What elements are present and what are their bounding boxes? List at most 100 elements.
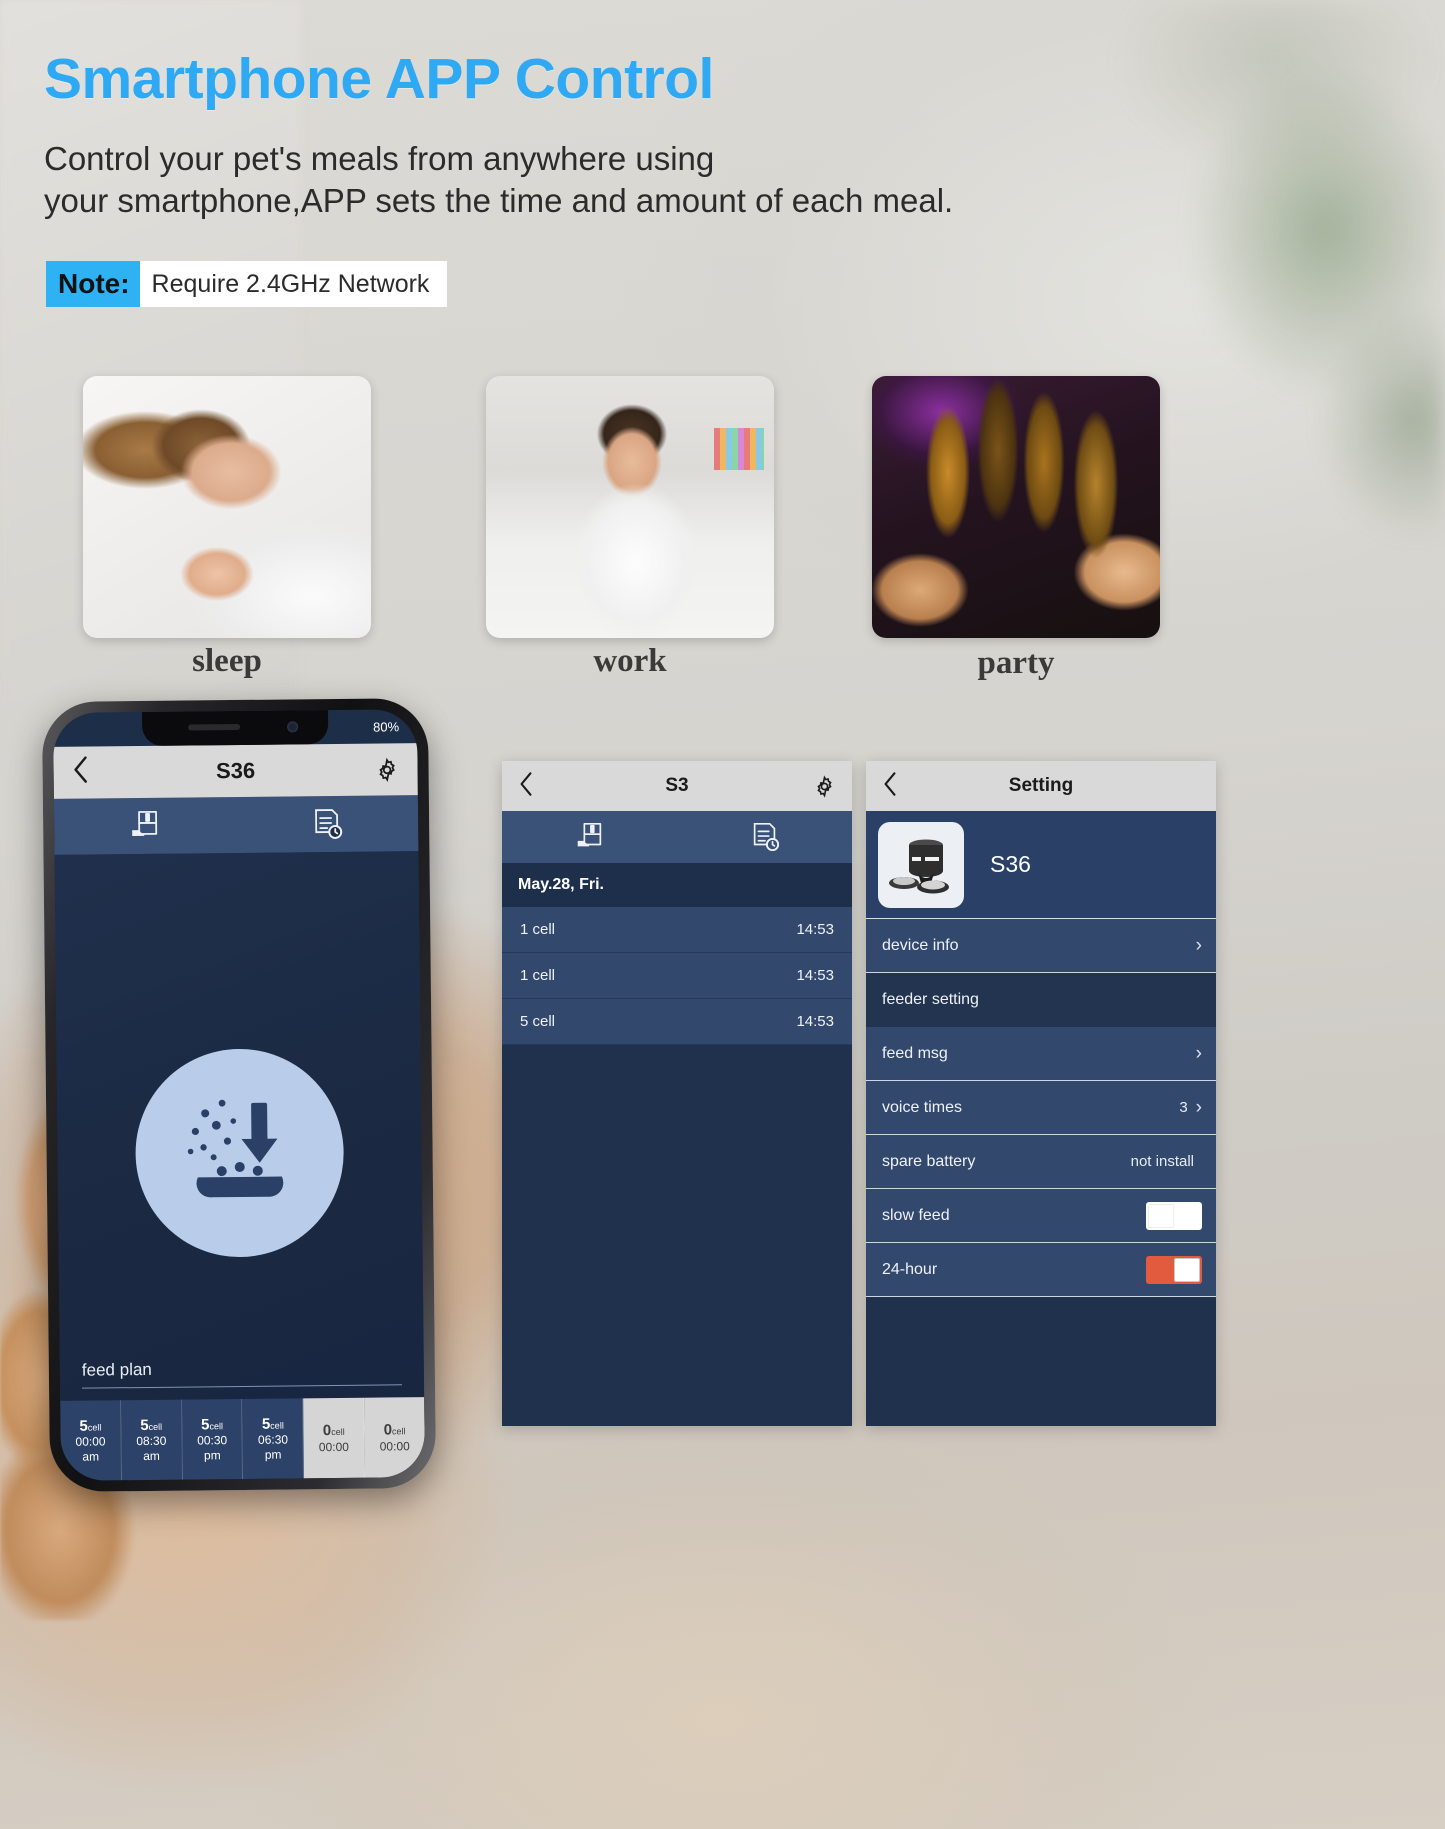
chevron-right-icon: › bbox=[1195, 935, 1202, 956]
setting-row-slow-feed[interactable]: slow feed bbox=[866, 1189, 1216, 1243]
device-name: S36 bbox=[990, 851, 1031, 877]
toggle-knob bbox=[1148, 1203, 1174, 1228]
chevron-left-icon[interactable] bbox=[71, 754, 107, 790]
app-main-area: feed plan 5cell 00:00 am 5cell 08:30 am … bbox=[54, 851, 426, 1481]
slot-amount: 0cell bbox=[322, 1422, 345, 1440]
food-dispense-icon[interactable] bbox=[134, 1047, 345, 1259]
slot-time: 06:30 bbox=[257, 1432, 289, 1448]
tab-feed-log[interactable] bbox=[236, 806, 418, 842]
scene-caption-party: party bbox=[977, 645, 1055, 681]
setting-label: 24-hour bbox=[882, 1260, 938, 1278]
setting-label: spare battery bbox=[882, 1152, 976, 1170]
scene-caption-sleep: sleep bbox=[192, 643, 262, 679]
tab-feed-log[interactable] bbox=[677, 821, 852, 853]
app-tab-bar bbox=[53, 795, 419, 855]
slot-unit: cell bbox=[148, 1421, 163, 1432]
setting-row-spare-battery[interactable]: spare battery not install bbox=[866, 1135, 1216, 1189]
setting-title: Setting bbox=[1008, 775, 1074, 796]
setting-row-feeder-setting[interactable]: feeder setting bbox=[866, 973, 1216, 1027]
log-title: S3 bbox=[665, 775, 689, 796]
slot-meridiem: am bbox=[143, 1449, 160, 1464]
setting-label: voice times bbox=[882, 1098, 963, 1116]
scene-image-sleep bbox=[83, 376, 371, 638]
gear-icon[interactable] bbox=[802, 774, 836, 798]
gear-icon[interactable] bbox=[363, 757, 399, 782]
schedule-slot[interactable]: 5cell 00:00 am bbox=[60, 1400, 122, 1481]
chevron-left-icon[interactable] bbox=[882, 770, 916, 803]
setting-row-device-info[interactable]: device info › bbox=[866, 919, 1216, 973]
slot-meridiem: pm bbox=[264, 1447, 282, 1462]
twenty-four-hour-toggle[interactable] bbox=[1146, 1255, 1202, 1284]
log-row[interactable]: 1 cell 14:53 bbox=[502, 953, 852, 999]
log-time: 14:53 bbox=[796, 967, 834, 984]
slot-unit: cell bbox=[209, 1420, 224, 1432]
slow-feed-toggle[interactable] bbox=[1146, 1201, 1202, 1230]
phone-mockup: 80% S36 feed plan 5cell 00:00 am 5cell 0… bbox=[41, 698, 437, 1492]
app-title: S36 bbox=[215, 757, 256, 784]
slot-unit: cell bbox=[270, 1420, 284, 1431]
log-row[interactable]: 1 cell 14:53 bbox=[502, 907, 852, 953]
party-photo bbox=[872, 376, 1160, 638]
slot-amount: 0cell bbox=[383, 1421, 406, 1439]
slot-time: 00:00 bbox=[318, 1439, 349, 1454]
slot-amount: 5cell bbox=[140, 1416, 163, 1434]
phone-notch bbox=[141, 710, 329, 746]
setting-navbar: Setting bbox=[866, 761, 1216, 811]
setting-row-voice-times[interactable]: voice times 3 › bbox=[866, 1081, 1216, 1135]
schedule-slot[interactable]: 0cell 00:00 bbox=[364, 1397, 425, 1478]
setting-label: feed msg bbox=[882, 1044, 948, 1062]
slot-time: 08:30 bbox=[136, 1434, 167, 1449]
tab-feeder[interactable] bbox=[502, 821, 677, 853]
setting-label: slow feed bbox=[882, 1206, 950, 1224]
note-banner: Note: Require 2.4GHz Network bbox=[46, 261, 448, 307]
subtitle-line-1: Control your pet's meals from anywhere u… bbox=[44, 140, 715, 177]
chevron-right-icon: › bbox=[1195, 1097, 1202, 1118]
setting-label: feeder setting bbox=[882, 990, 979, 1008]
subtitle-line-2: your smartphone,APP sets the time and am… bbox=[44, 182, 954, 219]
log-date-header: May.28, Fri. bbox=[502, 863, 852, 907]
slot-amount: 5cell bbox=[201, 1416, 224, 1434]
schedule-slot[interactable]: 0cell 00:00 bbox=[303, 1397, 366, 1479]
pet-feeder-product-image bbox=[878, 821, 964, 908]
device-card[interactable]: S36 bbox=[866, 811, 1216, 919]
schedule-slot[interactable]: 5cell 00:30 pm bbox=[181, 1398, 244, 1480]
toggle-knob bbox=[1174, 1257, 1200, 1282]
slot-meridiem: am bbox=[82, 1449, 100, 1464]
feed-log-panel: S3 May.28, Fri. 1 cell 14:53 1 cell 14:5… bbox=[502, 761, 852, 1426]
log-amount: 5 cell bbox=[520, 1013, 556, 1030]
log-time: 14:53 bbox=[796, 921, 834, 938]
earpiece-speaker-icon bbox=[188, 723, 241, 731]
log-row[interactable]: 5 cell 14:53 bbox=[502, 999, 852, 1045]
log-empty-area bbox=[502, 1045, 852, 1426]
scene-image-party bbox=[872, 376, 1160, 638]
slot-unit: cell bbox=[87, 1422, 102, 1433]
slot-amount: 5cell bbox=[79, 1417, 102, 1435]
sleep-photo bbox=[83, 376, 371, 638]
note-label: Note: bbox=[46, 261, 140, 307]
schedule-slot[interactable]: 5cell 06:30 pm bbox=[242, 1398, 305, 1479]
slot-unit: cell bbox=[331, 1427, 345, 1438]
scene-caption-work: work bbox=[593, 643, 667, 679]
chevron-right-icon: › bbox=[1195, 1043, 1202, 1064]
log-tab-bar bbox=[502, 811, 852, 863]
setting-row-feed-msg[interactable]: feed msg › bbox=[866, 1027, 1216, 1081]
setting-row-24-hour[interactable]: 24-hour bbox=[866, 1243, 1216, 1297]
slot-time: 00:00 bbox=[379, 1438, 410, 1454]
page-subtitle: Control your pet's meals from anywhere u… bbox=[44, 138, 953, 222]
schedule-slot[interactable]: 5cell 08:30 am bbox=[121, 1399, 183, 1481]
slot-unit: cell bbox=[391, 1426, 406, 1437]
chevron-left-icon[interactable] bbox=[518, 770, 552, 803]
app-navbar: S36 bbox=[53, 743, 418, 799]
phone-screen: 80% S36 feed plan 5cell 00:00 am 5cell 0… bbox=[52, 709, 426, 1481]
slot-amount: 5cell bbox=[261, 1415, 284, 1433]
slot-time: 00:00 bbox=[75, 1434, 106, 1449]
page-title: Smartphone APP Control bbox=[44, 47, 714, 111]
log-navbar: S3 bbox=[502, 761, 852, 811]
tab-feeder[interactable] bbox=[54, 808, 236, 844]
setting-label: device info bbox=[882, 936, 959, 954]
log-amount: 1 cell bbox=[520, 921, 556, 938]
work-photo bbox=[486, 376, 774, 638]
bookshelf-decor bbox=[714, 428, 764, 470]
slot-time: 00:30 bbox=[197, 1433, 228, 1448]
log-time: 14:53 bbox=[796, 1013, 834, 1030]
